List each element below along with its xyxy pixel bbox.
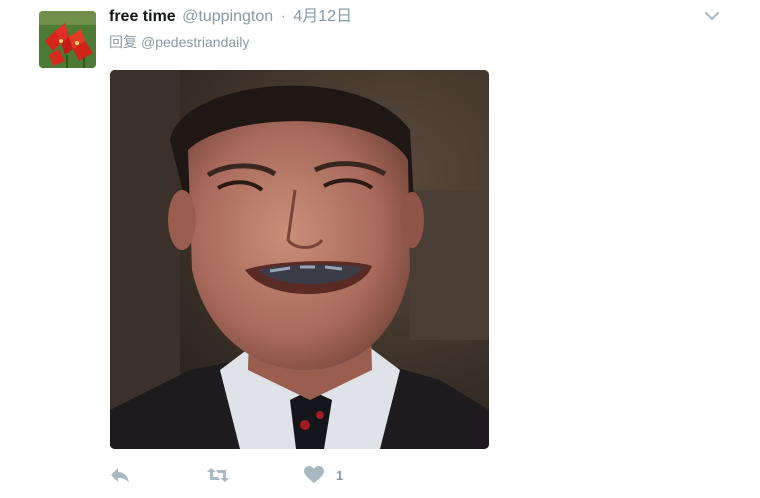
- reply-prefix: 回复: [109, 34, 137, 50]
- more-options-button[interactable]: [703, 8, 721, 24]
- tweet: free time @tuppington · 4月12日 回复 @pedestr…: [0, 0, 760, 498]
- avatar[interactable]: [39, 11, 96, 68]
- reply-context: 回复 @pedestriandaily: [109, 33, 249, 51]
- tweet-photo[interactable]: [110, 70, 489, 449]
- red-flowers-avatar-icon: [39, 11, 96, 68]
- tweet-header: free time @tuppington · 4月12日: [109, 7, 352, 27]
- user-handle[interactable]: @tuppington: [182, 8, 273, 25]
- reply-button[interactable]: [109, 462, 131, 488]
- retweet-button[interactable]: [206, 462, 230, 488]
- chevron-down-icon: [704, 11, 720, 21]
- separator-dot: ·: [280, 8, 286, 25]
- retweet-icon: [207, 468, 229, 482]
- reply-to-handle[interactable]: @pedestriandaily: [141, 34, 249, 50]
- reply-icon: [111, 468, 129, 483]
- heart-icon: [304, 466, 324, 483]
- like-button[interactable]: 1: [304, 462, 343, 488]
- photo-media-icon: [110, 70, 489, 449]
- display-name[interactable]: free time: [109, 8, 176, 25]
- timestamp[interactable]: 4月12日: [293, 8, 352, 25]
- like-count: 1: [336, 467, 344, 483]
